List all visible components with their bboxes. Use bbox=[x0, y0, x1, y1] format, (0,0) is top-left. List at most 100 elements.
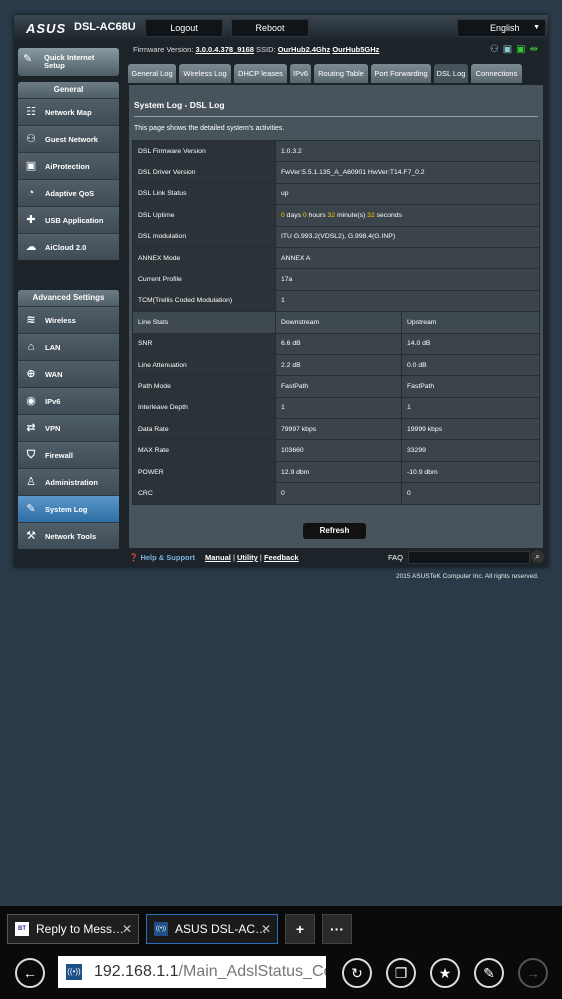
sidebar-item-adaptive-qos[interactable]: ◔ Adaptive QoS bbox=[18, 179, 119, 206]
browser-tab-reply[interactable]: BT Reply to Mess… ✕ bbox=[7, 914, 139, 944]
forward-arrow-icon: → bbox=[526, 965, 540, 981]
row-key: CRC bbox=[132, 482, 276, 505]
manual-link[interactable]: Manual bbox=[205, 553, 231, 562]
refresh-button[interactable]: Refresh bbox=[303, 523, 366, 539]
lock-status-icon[interactable]: ▣ bbox=[503, 44, 516, 55]
sidebar-item-vpn[interactable]: ⇄ VPN bbox=[18, 414, 119, 441]
sidebar-item-aicloud[interactable]: ☁ AiCloud 2.0 bbox=[18, 233, 119, 260]
row-key: SNR bbox=[132, 332, 276, 355]
admin-icon: ♙ bbox=[26, 476, 36, 488]
internet-status-icon[interactable]: ▣ bbox=[516, 44, 529, 55]
tab-dsl-log[interactable]: DSL Log bbox=[434, 64, 468, 83]
uptime-seconds-label: seconds bbox=[376, 211, 402, 219]
wifi-icon: ≋ bbox=[26, 314, 36, 326]
downstream-value: 6.6 dB bbox=[275, 332, 402, 355]
sidebar-item-usb-application[interactable]: ✚ USB Application bbox=[18, 206, 119, 233]
sidebar-item-ipv6[interactable]: ◉ IPv6 bbox=[18, 387, 119, 414]
sidebar-item-lan[interactable]: ⌂ LAN bbox=[18, 333, 119, 360]
tab-wireless-log[interactable]: Wireless Log bbox=[179, 64, 231, 83]
downstream-value: 0 bbox=[275, 482, 402, 505]
footer-links: Manual | Utility | Feedback bbox=[205, 553, 299, 562]
sidebar-item-wireless[interactable]: ≋ Wireless bbox=[18, 306, 119, 333]
row-key: Path Mode bbox=[132, 375, 276, 398]
table-row: TCM(Trellis Coded Modulation) 1 bbox=[132, 289, 540, 313]
upstream-value: 1 bbox=[401, 396, 540, 420]
tab-dhcp-leases[interactable]: DHCP leases bbox=[234, 64, 287, 83]
row-key: DSL Uptime bbox=[132, 204, 276, 227]
downstream-value: FastPath bbox=[275, 375, 402, 398]
back-button[interactable]: ← bbox=[15, 958, 45, 988]
tab-ipv6[interactable]: IPv6 bbox=[290, 64, 311, 83]
language-value: English bbox=[490, 23, 520, 33]
quick-internet-setup-button[interactable]: ✎ Quick Internet Setup bbox=[18, 48, 119, 76]
top-bar: ASUS DSL-AC68U Logout Reboot English ▼ bbox=[14, 15, 548, 41]
sidebar-item-firewall[interactable]: ⛉ Firewall bbox=[18, 441, 119, 468]
ssid-5g-link[interactable]: OurHub5GHz bbox=[332, 45, 379, 54]
browser-tab-asus[interactable]: ((•)) ASUS DSL-AC… ✕ bbox=[146, 914, 278, 944]
row-key: DSL Link Status bbox=[132, 182, 276, 206]
uptime-minutes: 32 bbox=[327, 211, 336, 219]
usb-status-icon[interactable]: ⇹ bbox=[530, 44, 542, 55]
sidebar-item-wan[interactable]: ⊕ WAN bbox=[18, 360, 119, 387]
row-key: POWER bbox=[132, 460, 276, 484]
help-support-link[interactable]: ❓ Help & Support bbox=[129, 553, 195, 562]
close-icon[interactable]: ✕ bbox=[122, 915, 132, 943]
sidebar-item-network-tools[interactable]: ⚒ Network Tools bbox=[18, 522, 119, 549]
sidebar-item-aiprotection[interactable]: ▣ AiProtection bbox=[18, 152, 119, 179]
table-row: CRC 0 0 bbox=[132, 482, 540, 505]
faq-search-input[interactable] bbox=[408, 551, 530, 564]
upstream-value: 0 bbox=[401, 482, 540, 505]
tools-button[interactable]: ✎ bbox=[474, 958, 504, 988]
close-icon[interactable]: ✕ bbox=[261, 915, 271, 943]
sidebar-item-network-map[interactable]: ☷ Network Map bbox=[18, 98, 119, 125]
reboot-button[interactable]: Reboot bbox=[231, 19, 309, 37]
row-key: Current Profile bbox=[132, 268, 276, 291]
sidebar-item-administration[interactable]: ♙ Administration bbox=[18, 468, 119, 495]
upstream-value: -10.9 dbm bbox=[401, 460, 540, 484]
network-map-icon: ☷ bbox=[26, 106, 36, 118]
separator: | bbox=[259, 553, 262, 562]
logout-button[interactable]: Logout bbox=[145, 19, 223, 37]
table-row: DSL Uptime 0 days 0 hours 32 minute(s) 3… bbox=[132, 204, 540, 227]
firmware-link[interactable]: 3.0.0.4.378_9168 bbox=[196, 45, 254, 54]
new-tab-button[interactable]: + bbox=[285, 914, 315, 944]
sidebar-item-guest-network[interactable]: ⚇ Guest Network bbox=[18, 125, 119, 152]
tab-port-forwarding[interactable]: Port Forwarding bbox=[371, 64, 431, 83]
upstream-value: 19999 kbps bbox=[401, 418, 540, 441]
forward-button[interactable]: → bbox=[518, 958, 548, 988]
sidebar-item-label: Adaptive QoS bbox=[45, 189, 95, 198]
page-description: This page shows the detailed system's ac… bbox=[134, 125, 285, 132]
upstream-value: 14.0 dB bbox=[401, 332, 540, 355]
clients-icon[interactable]: ⚇ bbox=[490, 44, 503, 55]
uptime-seconds: 32 bbox=[367, 211, 375, 219]
sidebar-item-label: Network Map bbox=[45, 108, 92, 117]
favorites-button[interactable]: ★ bbox=[430, 958, 460, 988]
ssid-label: SSID: bbox=[256, 45, 276, 54]
table-row: MAX Rate 103660 33299 bbox=[132, 439, 540, 462]
tab-general-log[interactable]: General Log bbox=[128, 64, 176, 83]
tab-connections[interactable]: Connections bbox=[471, 64, 522, 83]
guest-network-icon: ⚇ bbox=[26, 133, 36, 145]
row-key: Data Rate bbox=[132, 418, 276, 441]
upstream-value: 0.0 dB bbox=[401, 353, 540, 377]
uptime-days-label: days bbox=[286, 211, 302, 219]
wrench-icon: ✎ bbox=[483, 965, 495, 981]
utility-link[interactable]: Utility bbox=[237, 553, 258, 562]
asus-logo: ASUS bbox=[26, 21, 67, 36]
sidebar-item-system-log[interactable]: ✎ System Log bbox=[18, 495, 119, 522]
line-stats-header: Line Stats bbox=[132, 311, 276, 334]
feedback-link[interactable]: Feedback bbox=[264, 553, 299, 562]
language-select[interactable]: English ▼ bbox=[457, 19, 546, 37]
sidebar-item-label: LAN bbox=[45, 343, 61, 352]
row-value: FwVer:5.5.1.135_A_A60901 HwVer:T14.F7_0.… bbox=[275, 161, 540, 184]
ssid-2g-link[interactable]: OurHub2.4Ghz bbox=[278, 45, 331, 54]
address-bar[interactable]: ((•)) 192.168.1.1/Main_AdslStatus_Conten… bbox=[58, 956, 326, 988]
tabs-button[interactable]: ❐ bbox=[386, 958, 416, 988]
tab-title: Reply to Mess… bbox=[36, 922, 125, 936]
table-row: DSL Firmware Version 1.0.3.2 bbox=[132, 139, 540, 163]
sidebar-item-label: AiProtection bbox=[45, 162, 90, 171]
search-icon[interactable]: ⌕ bbox=[531, 550, 544, 563]
refresh-page-button[interactable]: ↻ bbox=[342, 958, 372, 988]
more-tabs-button[interactable]: ··· bbox=[322, 914, 352, 944]
tab-routing-table[interactable]: Routing Table bbox=[314, 64, 368, 83]
